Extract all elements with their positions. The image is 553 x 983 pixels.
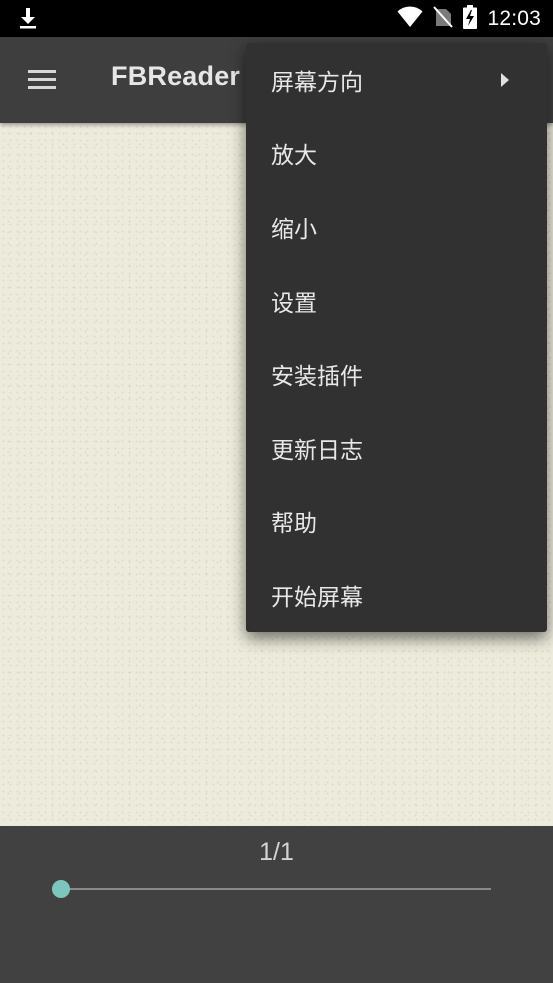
menu-item-label: 开始屏幕 (271, 584, 363, 611)
wifi-icon (397, 5, 423, 32)
clock: 12:03 (487, 6, 541, 30)
navigation-panel: 1/1 (0, 826, 553, 983)
battery-charging-icon (463, 4, 478, 33)
no-sim-icon (433, 5, 454, 32)
submenu-arrow-icon (501, 72, 509, 87)
menu-item-start-screen[interactable]: 开始屏幕 (246, 558, 547, 632)
app-root: 12:03 FBReader 屏幕方向 放大 缩小 设置 安装插件 更新日志 帮… (0, 0, 553, 983)
menu-item-settings[interactable]: 设置 (246, 264, 547, 338)
menu-item-label: 放大 (271, 143, 317, 170)
menu-item-label: 帮助 (271, 511, 317, 538)
menu-item-zoom-in[interactable]: 放大 (246, 117, 547, 191)
status-icons: 12:03 (397, 0, 541, 37)
overflow-menu: 屏幕方向 放大 缩小 设置 安装插件 更新日志 帮助 开始屏幕 (246, 43, 547, 632)
status-bar: 12:03 (0, 0, 553, 37)
menu-item-install-plugins[interactable]: 安装插件 (246, 337, 547, 411)
page-slider-thumb[interactable] (52, 880, 70, 898)
download-icon (16, 6, 40, 30)
app-title: FBReader (111, 61, 241, 91)
menu-item-screen-orientation[interactable]: 屏幕方向 (246, 43, 547, 117)
menu-item-changelog[interactable]: 更新日志 (246, 411, 547, 485)
menu-item-label: 屏幕方向 (271, 69, 363, 96)
menu-item-label: 更新日志 (271, 437, 363, 464)
menu-item-label: 安装插件 (271, 364, 363, 391)
menu-item-zoom-out[interactable]: 缩小 (246, 190, 547, 264)
page-slider-track[interactable] (61, 888, 491, 890)
menu-item-label: 缩小 (271, 216, 317, 243)
page-indicator: 1/1 (259, 838, 294, 866)
menu-item-label: 设置 (271, 290, 317, 317)
menu-item-help[interactable]: 帮助 (246, 485, 547, 559)
hamburger-menu-icon[interactable] (22, 65, 62, 95)
